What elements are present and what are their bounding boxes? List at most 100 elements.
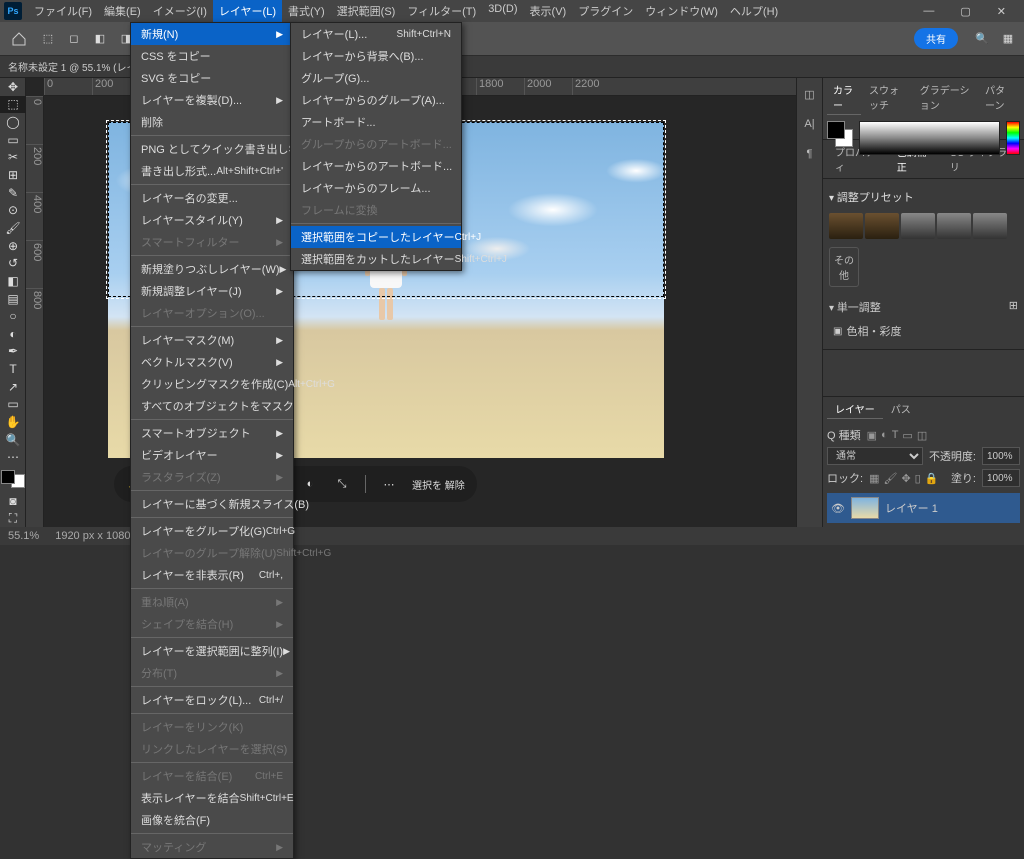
menu-item[interactable]: CSS をコピー — [131, 45, 293, 67]
menu-item[interactable]: レイヤーマスク(M)▶ — [131, 329, 293, 351]
opacity-input[interactable] — [982, 447, 1020, 465]
single-adjustment-header[interactable]: ▾ 単一調整 ⊞ — [829, 295, 1018, 319]
layers-tab-0[interactable]: レイヤー — [827, 399, 883, 419]
close-icon[interactable]: ✕ — [991, 2, 1012, 21]
eraser-tool[interactable]: ◧ — [0, 272, 26, 290]
preset-more-button[interactable]: その他 — [829, 247, 859, 287]
menu-item[interactable]: 選択範囲をコピーしたレイヤーCtrl+J — [291, 226, 461, 248]
layer-thumbnail[interactable] — [851, 497, 879, 519]
menu-item[interactable]: ビデオレイヤー▶ — [131, 444, 293, 466]
spot-heal-tool[interactable]: ⊙ — [0, 201, 26, 219]
filter-type-icon[interactable]: T — [892, 429, 899, 441]
ctx-more-icon[interactable]: ⋯ — [380, 475, 398, 493]
menu-item[interactable]: 新規調整レイヤー(J)▶ — [131, 280, 293, 302]
menu-item[interactable]: 表示レイヤーを結合Shift+Ctrl+E — [131, 787, 293, 809]
menu-item[interactable]: クリッピングマスクを作成(C)Alt+Ctrl+G — [131, 373, 293, 395]
layer-item[interactable]: 👁 レイヤー 1 — [827, 493, 1020, 523]
sel-new-icon[interactable]: ◻ — [66, 31, 82, 47]
menu-イメージ(I)[interactable]: イメージ(I) — [147, 0, 213, 22]
shape-tool[interactable]: ▭ — [0, 396, 26, 414]
preset-5[interactable] — [973, 213, 1007, 239]
fill-input[interactable] — [982, 469, 1020, 487]
path-tool[interactable]: ↗ — [0, 378, 26, 396]
color-swatch-fgbg[interactable] — [827, 121, 853, 147]
preset-3[interactable] — [901, 213, 935, 239]
menu-編集(E)[interactable]: 編集(E) — [98, 0, 147, 22]
menu-item[interactable]: アートボード... — [291, 111, 461, 133]
home-icon[interactable] — [8, 28, 30, 50]
menu-3D(D)[interactable]: 3D(D) — [482, 0, 523, 22]
filter-shape-icon[interactable]: ▭ — [902, 429, 912, 442]
move-tool[interactable]: ✥ — [0, 78, 26, 96]
menu-item[interactable]: 画像を統合(F) — [131, 809, 293, 831]
lasso-tool[interactable]: ◯ — [0, 113, 26, 131]
clone-tool[interactable]: ⊕ — [0, 237, 26, 255]
preset-1[interactable] — [829, 213, 863, 239]
menu-item[interactable]: レイヤー(L)...Shift+Ctrl+N — [291, 23, 461, 45]
type-tool[interactable]: T — [0, 360, 26, 378]
menu-item[interactable]: レイヤーをロック(L)...Ctrl+/ — [131, 689, 293, 711]
filter-adjust-icon[interactable]: ◐ — [881, 429, 888, 441]
preset-4[interactable] — [937, 213, 971, 239]
share-button[interactable]: 共有 — [914, 28, 958, 49]
menu-item[interactable]: 選択範囲をカットしたレイヤーShift+Ctrl+J — [291, 248, 461, 270]
minimize-icon[interactable]: — — [917, 2, 940, 21]
filter-pixel-icon[interactable]: ▣ — [867, 429, 877, 442]
adjustment-presets-header[interactable]: ▾ 調整プリセット — [829, 185, 1018, 209]
frame-tool[interactable]: ⊞ — [0, 166, 26, 184]
menu-item[interactable]: PNG としてクイック書き出しShift+Ctrl+' — [131, 138, 293, 160]
brush-tool[interactable]: 🖌 — [0, 219, 26, 237]
blur-tool[interactable]: ○ — [0, 307, 26, 325]
visibility-icon[interactable]: 👁 — [831, 502, 845, 515]
preset-2[interactable] — [865, 213, 899, 239]
marquee-tool[interactable]: ⬚ — [0, 96, 26, 114]
menu-item[interactable]: スマートオブジェクト▶ — [131, 422, 293, 444]
quickmask-icon[interactable]: ◙ — [0, 492, 26, 510]
menu-item[interactable]: すべてのオブジェクトをマスク — [131, 395, 293, 417]
menu-ファイル(F)[interactable]: ファイル(F) — [28, 0, 98, 22]
menu-書式(Y)[interactable]: 書式(Y) — [282, 0, 331, 22]
para-panel-icon[interactable]: ¶ — [800, 144, 820, 164]
menu-item[interactable]: レイヤーに基づく新規スライス(B) — [131, 493, 293, 515]
menu-ヘルプ(H)[interactable]: ヘルプ(H) — [724, 0, 784, 22]
dodge-tool[interactable]: ◐ — [0, 325, 26, 343]
color-tab-3[interactable]: パターン — [979, 80, 1020, 115]
zoom-tool[interactable]: 🔍 — [0, 431, 26, 449]
object-select-tool[interactable]: ▭ — [0, 131, 26, 149]
eyedropper-tool[interactable]: ✎ — [0, 184, 26, 202]
menu-item[interactable]: レイヤーを複製(D)...▶ — [131, 89, 293, 111]
menu-item[interactable]: レイヤーをグループ化(G)Ctrl+G — [131, 520, 293, 542]
lock-all-icon[interactable]: 🔒 — [925, 472, 939, 485]
menu-item[interactable]: レイヤーを選択範囲に整列(I)▶ — [131, 640, 293, 662]
pen-tool[interactable]: ✒ — [0, 343, 26, 361]
menu-プラグイン[interactable]: プラグイン — [572, 0, 639, 22]
edit-toolbar[interactable]: ⋯ — [0, 448, 26, 466]
color-picker-field[interactable] — [859, 121, 1000, 155]
workspace-icon[interactable]: ▦ — [1000, 31, 1016, 47]
menu-item[interactable]: レイヤーからのフレーム... — [291, 177, 461, 199]
color-tab-1[interactable]: スウォッチ — [863, 80, 912, 115]
ctx-adjust-icon[interactable]: ◐ — [301, 475, 319, 493]
menu-ウィンドウ(W)[interactable]: ウィンドウ(W) — [639, 0, 724, 22]
menu-item[interactable]: SVG をコピー — [131, 67, 293, 89]
menu-表示(V)[interactable]: 表示(V) — [524, 0, 573, 22]
char-panel-icon[interactable]: A| — [800, 114, 820, 134]
menu-item[interactable]: レイヤーを非表示(R)Ctrl+, — [131, 564, 293, 586]
sel-add-icon[interactable]: ◧ — [92, 31, 108, 47]
menu-item[interactable]: レイヤー名の変更... — [131, 187, 293, 209]
gradient-tool[interactable]: ▤ — [0, 290, 26, 308]
color-tab-0[interactable]: カラー — [827, 80, 861, 115]
zoom-level[interactable]: 55.1% — [8, 530, 39, 542]
menu-item[interactable]: 書き出し形式...Alt+Shift+Ctrl+' — [131, 160, 293, 182]
fg-bg-swatch[interactable] — [1, 470, 25, 488]
menu-フィルター(T)[interactable]: フィルター(T) — [401, 0, 482, 22]
menu-レイヤー(L)[interactable]: レイヤー(L) — [213, 0, 282, 22]
lock-pos-icon[interactable]: ✥ — [901, 472, 910, 485]
color-tab-2[interactable]: グラデーション — [914, 80, 977, 115]
blend-mode-select[interactable]: 通常 — [827, 447, 923, 465]
search-icon[interactable]: 🔍 — [974, 31, 990, 47]
history-brush-tool[interactable]: ↺ — [0, 254, 26, 272]
hue-saturation-item[interactable]: ▣ 色相・彩度 — [829, 319, 1018, 343]
document-tab[interactable]: 名称未設定 1 @ 55.1% (レイ — [8, 59, 137, 74]
filter-smart-icon[interactable]: ◫ — [917, 429, 927, 442]
